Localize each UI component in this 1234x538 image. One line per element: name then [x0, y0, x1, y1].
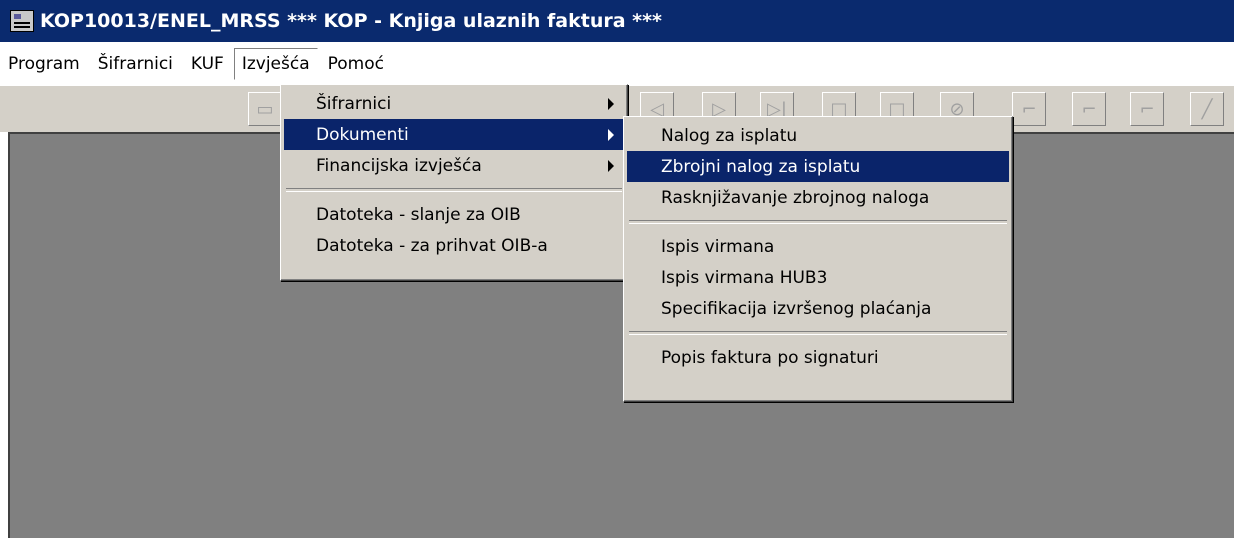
- menu-item-nalog-za-isplatu[interactable]: Nalog za isplatu: [627, 120, 1009, 151]
- menu-item-zbrojni-nalog[interactable]: Zbrojni nalog za isplatu: [627, 151, 1009, 182]
- menu-separator: [286, 188, 622, 192]
- menu-item-label: Ispis virmana HUB3: [661, 267, 828, 288]
- izvjesca-dropdown: Šifrarnici Dokumenti Financijska izvješć…: [280, 84, 628, 281]
- menu-item-datoteka-slanje-oib[interactable]: Datoteka - slanje za OIB: [284, 199, 624, 230]
- menu-sifrarnici[interactable]: Šifrarnici: [90, 48, 181, 80]
- title-bar: KOP10013/ENEL_MRSS *** KOP - Knjiga ulaz…: [0, 0, 1234, 42]
- menu-izvjesca[interactable]: Izvješća: [233, 48, 318, 80]
- menu-item-label: Datoteka - za prihvat OIB-a: [316, 235, 548, 256]
- menu-item-label: Zbrojni nalog za isplatu: [661, 156, 861, 177]
- menu-item-ispis-virmana[interactable]: Ispis virmana: [627, 231, 1009, 262]
- menu-item-ispis-virmana-hub3[interactable]: Ispis virmana HUB3: [627, 262, 1009, 293]
- menu-item-label: Specifikacija izvršenog plaćanja: [661, 298, 932, 319]
- menu-kuf[interactable]: KUF: [183, 48, 232, 80]
- clear-icon[interactable]: ╱: [1190, 92, 1224, 126]
- window-title: KOP10013/ENEL_MRSS *** KOP - Knjiga ulaz…: [40, 10, 662, 32]
- menu-separator: [629, 220, 1007, 224]
- menu-item-datoteka-prihvat-oib[interactable]: Datoteka - za prihvat OIB-a: [284, 230, 624, 261]
- menu-pomoc[interactable]: Pomoć: [320, 48, 392, 80]
- save-icon[interactable]: ⌐: [1012, 92, 1046, 126]
- menu-item-label: Datoteka - slanje za OIB: [316, 204, 521, 225]
- menu-item-popis-faktura[interactable]: Popis faktura po signaturi: [627, 342, 1009, 373]
- print-icon[interactable]: ▭: [248, 92, 282, 126]
- undo-icon[interactable]: ⌐: [1072, 92, 1106, 126]
- refresh-icon[interactable]: ⌐: [1130, 92, 1164, 126]
- menu-bar: Program Šifrarnici KUF Izvješća Pomoć: [0, 42, 1234, 86]
- menu-separator: [629, 331, 1007, 335]
- app-icon[interactable]: [10, 10, 34, 32]
- submenu-arrow-icon: [608, 98, 614, 110]
- menu-item-label: Rasknjižavanje zbrojnog naloga: [661, 187, 930, 208]
- menu-item-specifikacija[interactable]: Specifikacija izvršenog plaćanja: [627, 293, 1009, 324]
- menu-program[interactable]: Program: [0, 48, 88, 80]
- menu-item-label: Popis faktura po signaturi: [661, 347, 879, 368]
- menu-item-financijska-izvjesca[interactable]: Financijska izvješća: [284, 150, 624, 181]
- menu-item-label: Dokumenti: [316, 124, 409, 145]
- dokumenti-submenu: Nalog za isplatu Zbrojni nalog za isplat…: [623, 116, 1013, 402]
- submenu-arrow-icon: [608, 129, 614, 141]
- menu-item-label: Financijska izvješća: [316, 155, 482, 176]
- menu-item-label: Šifrarnici: [316, 93, 392, 114]
- menu-item-label: Ispis virmana: [661, 236, 775, 257]
- menu-item-label: Nalog za isplatu: [661, 125, 798, 146]
- left-margin: [0, 132, 8, 538]
- submenu-arrow-icon: [608, 160, 614, 172]
- menu-item-rasknjizavanje[interactable]: Rasknjižavanje zbrojnog naloga: [627, 182, 1009, 213]
- menu-item-dokumenti[interactable]: Dokumenti: [284, 119, 624, 150]
- menu-item-sifrarnici[interactable]: Šifrarnici: [284, 88, 624, 119]
